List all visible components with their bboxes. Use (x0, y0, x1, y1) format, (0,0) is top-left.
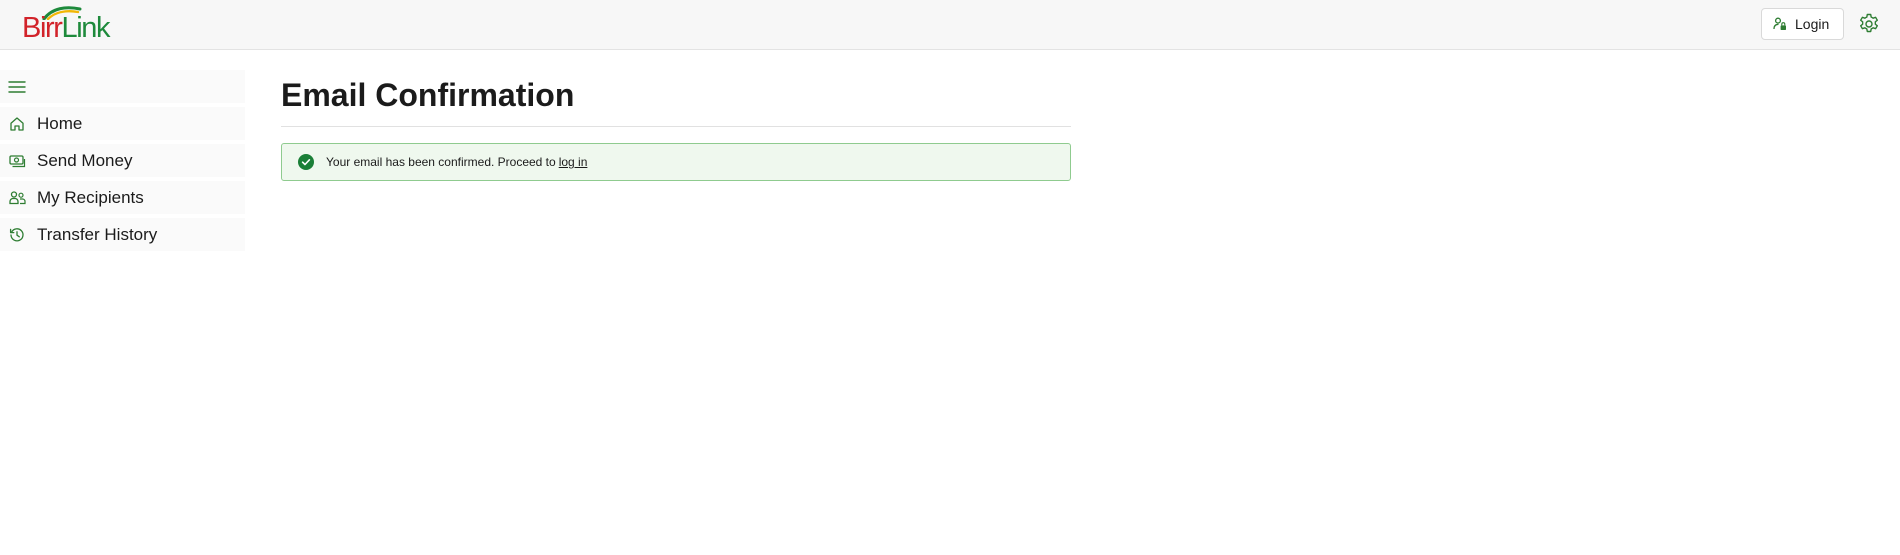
people-icon (8, 189, 26, 207)
hamburger-icon (8, 80, 26, 93)
login-label: Login (1795, 16, 1830, 32)
sidebar-item-label: Send Money (37, 150, 133, 170)
gear-icon (1860, 13, 1878, 33)
birrlink-logo[interactable]: BirrLink (22, 6, 128, 44)
sidebar-item-my-recipients[interactable]: My Recipients (0, 181, 245, 214)
main-content: Email Confirmation Your email has been c… (281, 72, 1071, 181)
sidebar: Home Send Money My Recipients Transfer H… (0, 70, 245, 255)
checkmark-circle-icon (298, 154, 314, 170)
settings-button[interactable] (1855, 10, 1883, 38)
sidebar-item-send-money[interactable]: Send Money (0, 144, 245, 177)
history-icon (8, 226, 26, 244)
logo-part-birr: Birr (22, 12, 63, 44)
person-lock-icon (1773, 17, 1786, 30)
money-icon (8, 152, 26, 170)
sidebar-item-label: My Recipients (37, 187, 144, 207)
home-icon (8, 115, 26, 133)
menu-toggle-button[interactable] (0, 70, 245, 103)
sidebar-item-label: Home (37, 113, 83, 133)
top-bar: BirrLink Login (0, 0, 1900, 50)
logo-part-link: Link (61, 12, 111, 44)
logo-wordmark: BirrLink (22, 12, 111, 44)
sidebar-item-transfer-history[interactable]: Transfer History (0, 218, 245, 251)
login-link[interactable]: log in (559, 155, 588, 169)
page-title: Email Confirmation (281, 77, 575, 113)
sidebar-item-label: Transfer History (37, 224, 158, 244)
login-button[interactable]: Login (1761, 8, 1844, 40)
sidebar-item-home[interactable]: Home (0, 107, 245, 140)
alert-message: Your email has been confirmed. Proceed t… (326, 155, 556, 169)
success-alert: Your email has been confirmed. Proceed t… (281, 143, 1071, 181)
title-divider (281, 126, 1071, 127)
